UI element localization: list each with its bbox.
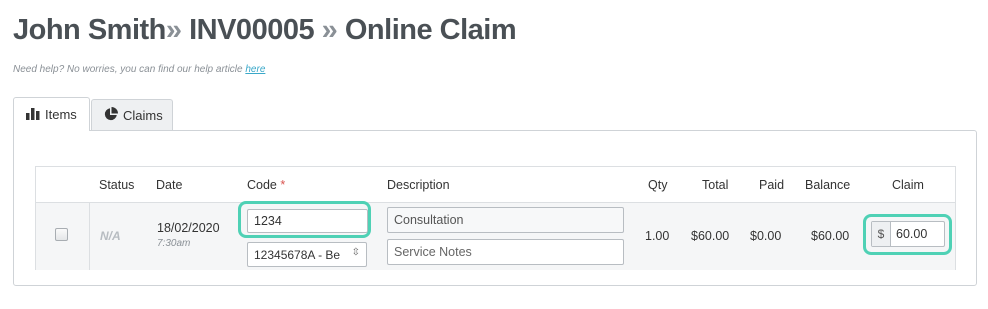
table-header: Status Date Code * Description Qty Total… [36,167,955,203]
column-header-description: Description [387,178,450,192]
date-value: 18/02/2020 [157,221,220,235]
breadcrumb-separator: » [321,14,338,46]
breadcrumb-patient[interactable]: John Smith [13,14,166,46]
tab-items-label: Items [45,107,77,122]
code-highlight-outline [238,201,371,238]
balance-value: $60.00 [811,229,850,243]
time-value: 7:30am [157,238,191,249]
column-header-code: Code * [247,178,285,192]
tab-items[interactable]: Items [13,97,90,131]
select-arrows-icon: ⇳ [351,247,360,258]
column-divider [89,203,90,270]
column-header-paid: Paid [759,178,785,192]
items-table: Status Date Code * Description Qty Total… [35,166,956,270]
breadcrumb-current-page: Online Claim [344,14,517,46]
code-select[interactable]: 12345678A - Be ⇳ [247,242,367,267]
tab-claims[interactable]: Claims [91,99,173,130]
help-message: Need help? No worries, you can find our … [13,64,246,75]
page-title: John Smith» INV00005 » Online Claim [13,14,517,47]
column-header-qty: Qty [648,178,668,192]
row-select-checkbox[interactable] [55,228,68,241]
breadcrumb-invoice[interactable]: INV00005 [189,14,315,46]
breadcrumb-separator: » [165,14,182,46]
paid-value: $0.00 [750,229,782,243]
qty-value: 1.00 [645,229,670,243]
required-asterisk: * [280,178,286,192]
column-header-code-label: Code [247,178,277,192]
column-header-claim: Claim [892,178,924,192]
service-notes-input[interactable]: Service Notes [387,239,624,265]
help-link[interactable]: here [245,64,265,75]
column-header-status: Status [99,178,135,192]
tab-claims-label: Claims [123,107,163,123]
table-row: N/A 18/02/2020 7:30am 1234 12345678A - B… [36,201,955,270]
help-text: Need help? No worries, you can find our … [13,64,265,75]
items-panel: Status Date Code * Description Qty Total… [13,130,977,286]
column-header-total: Total [702,178,729,192]
claim-highlight-outline [863,214,952,255]
status-value: N/A [100,229,121,243]
column-header-date: Date [156,178,183,192]
pie-chart-icon [104,106,123,124]
code-select-value: 12345678A - Be [254,248,341,262]
total-value: $60.00 [691,229,730,243]
column-header-balance: Balance [805,178,851,192]
bar-chart-icon [26,107,45,123]
description-input[interactable]: Consultation [387,207,624,233]
